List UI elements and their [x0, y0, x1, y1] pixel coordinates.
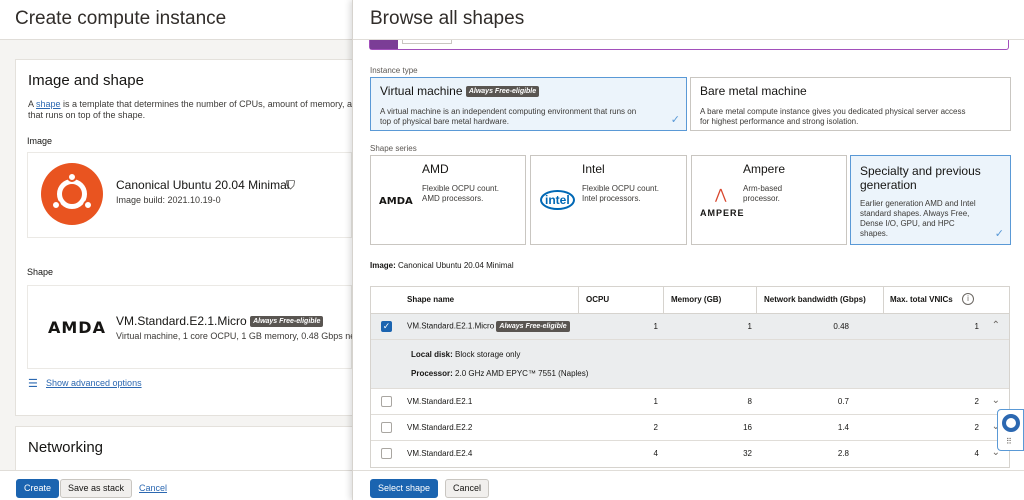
series-amd-option[interactable]: AMD Flexible OCPU count. AMD processors.… [370, 155, 526, 245]
shape-tab-bar [369, 40, 1009, 50]
create-button[interactable]: Create [16, 479, 60, 498]
tab[interactable] [402, 40, 452, 44]
row-checkbox[interactable] [381, 448, 392, 459]
check-icon: ✓ [670, 114, 680, 126]
ubuntu-logo-icon [41, 163, 103, 225]
shield-icon: ⛉ [286, 178, 296, 192]
col-vnics[interactable]: Max. total VNICs [890, 295, 953, 304]
col-bandwidth[interactable]: Network bandwidth (Gbps) [764, 295, 866, 304]
chevron-up-icon[interactable]: ⌃ [992, 320, 1000, 331]
series-intel-option[interactable]: Intel Flexible OCPU count. Intel process… [530, 155, 687, 245]
select-shape-button[interactable]: Select shape [370, 479, 439, 498]
help-widget[interactable]: ⠿ [997, 409, 1024, 451]
drawer-title: Browse all shapes [370, 8, 525, 29]
page-header: Create compute instance [0, 0, 352, 40]
chevron-down-icon[interactable]: ⌄ [992, 395, 1000, 406]
ampere-mark-icon: ⋀ [715, 186, 727, 202]
browse-shapes-drawer: Browse all shapes Instance type Virtual … [352, 0, 1024, 500]
image-shape-title: Image and shape [28, 72, 144, 89]
page-title: Create compute instance [15, 8, 227, 29]
grip-icon[interactable]: ⠿ [1006, 437, 1012, 446]
series-ampere-option[interactable]: Ampere Arm-based processor. ⋀ AMPERE [691, 155, 847, 245]
ampere-logo-icon: AMPERE [700, 208, 745, 218]
row-checkbox[interactable] [381, 422, 392, 433]
networking-title: Networking [28, 439, 104, 456]
shapes-table: Shape name OCPU Memory (GB) Network band… [370, 286, 1010, 468]
image-label: Image [27, 136, 53, 146]
shape-link[interactable]: shape [36, 99, 61, 109]
drawer-cancel-button[interactable]: Cancel [445, 479, 490, 498]
create-instance-page: Create compute instance Image and shape … [0, 0, 363, 500]
left-footer: Create Save as stack Cancel [0, 470, 352, 500]
row-detail: Local disk: Block storage only Processor… [371, 340, 1009, 389]
save-as-stack-button[interactable]: Save as stack [60, 479, 133, 498]
amd-logo-icon: AMDA [48, 318, 106, 337]
intel-logo-icon: intel [540, 190, 575, 210]
drawer-footer: Select shape Cancel [353, 470, 1024, 500]
virtual-machine-option[interactable]: Virtual machine Always Free-eligible A v… [370, 77, 687, 131]
table-row[interactable]: ✓ VM.Standard.E2.1.Micro Always Free-eli… [371, 314, 1009, 340]
free-badge: Always Free-eligible [465, 86, 540, 98]
check-icon: ✓ [994, 228, 1004, 240]
lifebuoy-icon [1002, 414, 1020, 432]
selected-tab[interactable] [370, 40, 398, 49]
row-checkbox[interactable]: ✓ [381, 321, 392, 332]
shape-description: A shape is a template that determines th… [28, 99, 363, 120]
show-advanced-link[interactable]: Show advanced options [46, 378, 142, 388]
selected-image-line: Image: Canonical Ubuntu 20.04 Minimal [370, 261, 514, 270]
shape-series-label: Shape series [370, 144, 417, 153]
row-checkbox[interactable] [381, 396, 392, 407]
amd-logo-icon: AMDA [379, 196, 413, 207]
image-name: Canonical Ubuntu 20.04 Minimal [116, 178, 290, 192]
sliders-icon[interactable]: ☰ [28, 377, 38, 390]
table-header: Shape name OCPU Memory (GB) Network band… [371, 287, 1009, 314]
col-memory[interactable]: Memory (GB) [671, 295, 721, 304]
shape-label: Shape [27, 267, 54, 277]
shape-name: VM.Standard.E2.1.Micro Always Free-eligi… [116, 314, 324, 328]
bare-metal-option[interactable]: Bare metal machine A bare metal compute … [690, 77, 1011, 131]
table-row[interactable]: VM.Standard.E2.4 4 32 2.8 4 ⌄ [371, 441, 1009, 467]
free-badge: Always Free-eligible [250, 316, 324, 328]
col-shape-name[interactable]: Shape name [407, 295, 454, 304]
cancel-link[interactable]: Cancel [139, 483, 167, 493]
shape-desc: Virtual machine, 1 core OCPU, 1 GB memor… [116, 331, 358, 341]
info-icon[interactable]: i [962, 293, 974, 305]
table-row[interactable]: VM.Standard.E2.2 2 16 1.4 2 ⌄ [371, 415, 1009, 441]
table-row[interactable]: VM.Standard.E2.1 1 8 0.7 2 ⌄ [371, 389, 1009, 415]
free-badge: Always Free-eligible [496, 321, 570, 332]
drawer-header: Browse all shapes [353, 0, 1024, 40]
image-build: Image build: 2021.10.19-0 [116, 195, 221, 205]
col-ocpu[interactable]: OCPU [586, 295, 609, 304]
instance-type-label: Instance type [370, 66, 418, 75]
series-specialty-option[interactable]: Specialty and previous generation Earlie… [850, 155, 1011, 245]
